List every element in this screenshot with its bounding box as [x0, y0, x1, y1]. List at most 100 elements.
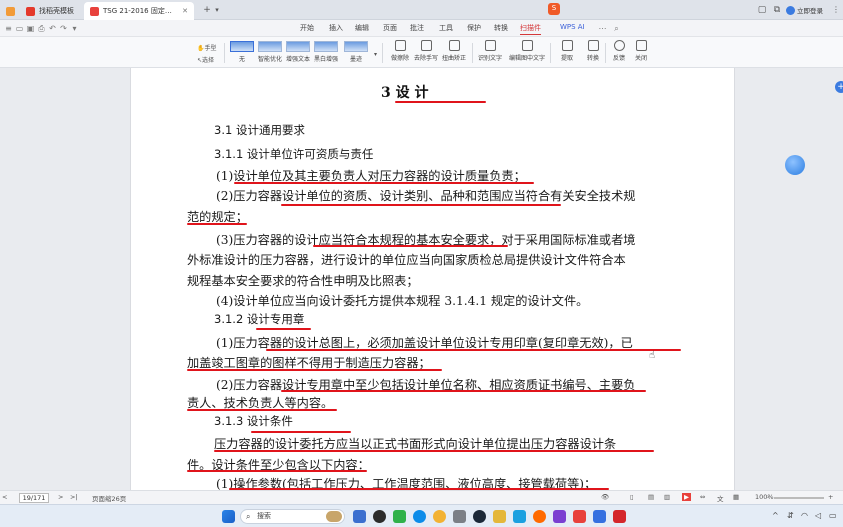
zoom-level[interactable]: 100% [755, 493, 774, 501]
last-page-icon[interactable]: >| [70, 493, 78, 501]
new-tab-button[interactable]: + [202, 5, 212, 15]
annotation-underline [187, 470, 367, 472]
annotation-underline [256, 328, 311, 330]
copy-icon[interactable]: ⧉ [772, 5, 782, 15]
enhance-preview [230, 41, 254, 52]
menu-insert[interactable]: 插入 [329, 23, 343, 33]
play-icon[interactable]: ▶ [682, 493, 691, 501]
hand-tool-button[interactable]: ✋手型 [197, 43, 217, 52]
save-icon[interactable]: ▣ [26, 24, 35, 33]
edit-image-text-button[interactable]: 编辑图中文字 [509, 40, 545, 66]
menu-bar: ≡ ▭ ▣ ⎙ ↶ ↷ ▾ 开始 插入 编辑 页面 批注 工具 保护 转换 扫描… [0, 20, 843, 37]
wps-logo-icon[interactable]: S [548, 3, 560, 15]
app-icon[interactable] [573, 510, 586, 523]
menu-annotate[interactable]: 批注 [410, 23, 424, 33]
zoom-out-button[interactable]: - [767, 493, 769, 501]
continuous-page-icon[interactable]: ▤ [648, 493, 654, 501]
menu-home[interactable]: 开始 [300, 23, 314, 33]
thumbnail-icon[interactable]: ▦ [733, 493, 739, 501]
settings-icon[interactable] [453, 510, 466, 523]
search-highlight-icon[interactable] [326, 511, 342, 522]
print-icon[interactable]: ⎙ [37, 24, 46, 33]
text-icon[interactable]: 文 [717, 493, 724, 503]
more-icon[interactable]: ⋮ [831, 5, 841, 15]
chevron-up-icon[interactable]: ^ [772, 511, 779, 520]
doc-line: 外标准设计的压力容器，进行设计的单位应当向国家质检总局提供设计文件符合本 [187, 253, 626, 267]
zoom-in-button[interactable]: + [828, 493, 833, 501]
menu-edit[interactable]: 编辑 [355, 23, 369, 33]
redo-icon[interactable]: ↷ [59, 24, 68, 33]
document-page[interactable]: 3 设 计 3.1 设计通用要求 3.1.1 设计单位许可资质与责任 (1)设计… [130, 68, 735, 491]
menu-page[interactable]: 页面 [383, 23, 397, 33]
steam-icon[interactable] [473, 510, 486, 523]
ocr-button[interactable]: 识别文字 [478, 40, 502, 66]
task-view-icon[interactable] [353, 510, 366, 523]
chevron-down-icon[interactable]: ▾ [212, 5, 222, 15]
close-scan-button[interactable]: 关闭 [629, 40, 653, 66]
enhance-bw-button[interactable]: 黑白增强 [313, 41, 339, 64]
wps-icon[interactable] [613, 510, 626, 523]
close-icon [635, 40, 647, 51]
app-icon[interactable] [393, 510, 406, 523]
single-page-icon[interactable]: ▯ [630, 493, 634, 501]
menu-convert[interactable]: 转换 [494, 23, 508, 33]
enhance-text-button[interactable]: 增强文本 [285, 41, 311, 64]
wifi-icon[interactable]: ◠ [801, 511, 808, 520]
chrome-icon[interactable] [433, 510, 446, 523]
tab-sidebar[interactable] [0, 2, 18, 20]
menu-tools[interactable]: 工具 [439, 23, 453, 33]
undo-icon[interactable]: ↶ [48, 24, 57, 33]
eye-icon[interactable]: 👁 [601, 493, 609, 501]
menu-wps-ai[interactable]: WPS AI [560, 23, 585, 31]
window-layout-icon[interactable]: ▢ [757, 5, 767, 15]
crop-icon [448, 40, 460, 51]
tab-docer-templates[interactable]: 找稻壳模板 [20, 2, 82, 20]
two-page-icon[interactable]: ▥ [664, 493, 670, 501]
firefox-icon[interactable] [533, 510, 546, 523]
fit-width-icon[interactable]: ⇔ [700, 493, 705, 501]
app-icon[interactable] [513, 510, 526, 523]
volume-icon[interactable]: ◁ [815, 511, 821, 520]
open-file-icon[interactable]: ▭ [15, 24, 24, 33]
search-icon: ⌕ [246, 512, 251, 521]
app-icon[interactable] [593, 510, 606, 523]
page-number-input[interactable]: 19/171 [19, 493, 49, 503]
tab-pdf-document[interactable]: TSG 21-2016 固定式压力容器… ✕ [84, 2, 194, 20]
zoom-slider[interactable] [774, 497, 824, 499]
chevron-down-icon[interactable]: ▾ [374, 51, 377, 58]
chevron-left-icon[interactable]: < [2, 493, 7, 501]
battery-icon[interactable]: ▭ [829, 511, 837, 520]
windows-start-icon[interactable] [222, 510, 235, 523]
doc-line: 规程基本安全要求的符合性申明及比照表； [187, 274, 419, 288]
chevron-down-icon[interactable]: ▾ [70, 24, 79, 33]
add-icon[interactable]: + [835, 81, 843, 93]
file-explorer-icon[interactable] [493, 510, 506, 523]
distortion-correct-button[interactable]: 扭曲矫正 [442, 40, 466, 66]
edge-icon[interactable] [413, 510, 426, 523]
app-icon[interactable] [553, 510, 566, 523]
feedback-button[interactable]: 反馈 [607, 40, 631, 66]
enhance-smart-button[interactable]: 智能优化 [257, 41, 283, 64]
enhance-ink-button[interactable]: 墨迹 [341, 41, 371, 64]
document-workspace[interactable]: 3 设 计 3.1 设计通用要求 3.1.1 设计单位许可资质与责任 (1)设计… [0, 68, 843, 491]
enhance-none-button[interactable]: 无 [229, 41, 255, 64]
annotation-underline [266, 349, 681, 351]
close-icon[interactable]: ✕ [182, 7, 188, 15]
select-tool-button[interactable]: ↖选择 [197, 55, 214, 64]
search-icon[interactable]: ⌕ [612, 24, 621, 33]
remove-handwriting-button[interactable]: 去除手写 [414, 40, 438, 66]
menu-scan[interactable]: 扫描件 [520, 23, 541, 35]
convert-button[interactable]: 转换 [581, 40, 605, 66]
assistant-float-ball[interactable] [785, 155, 805, 175]
more-icon[interactable]: ⋯ [598, 24, 607, 33]
menu-icon[interactable]: ≡ [4, 24, 13, 33]
doc-line: (2)压力容器设计单位的资质、设计类别、品种和范围应当符合有关安全技术规 [216, 189, 636, 203]
next-page-icon[interactable]: > [58, 493, 63, 501]
menu-protect[interactable]: 保护 [467, 23, 481, 33]
extract-button[interactable]: 提取 [555, 40, 579, 66]
erase-button[interactable]: 做擦除 [388, 40, 412, 66]
login-button[interactable]: 立即登录 [786, 3, 823, 17]
qq-icon[interactable] [373, 510, 386, 523]
network-icon[interactable]: ⇵ [787, 511, 794, 520]
chapter-title: 3 设 计 [381, 85, 429, 101]
